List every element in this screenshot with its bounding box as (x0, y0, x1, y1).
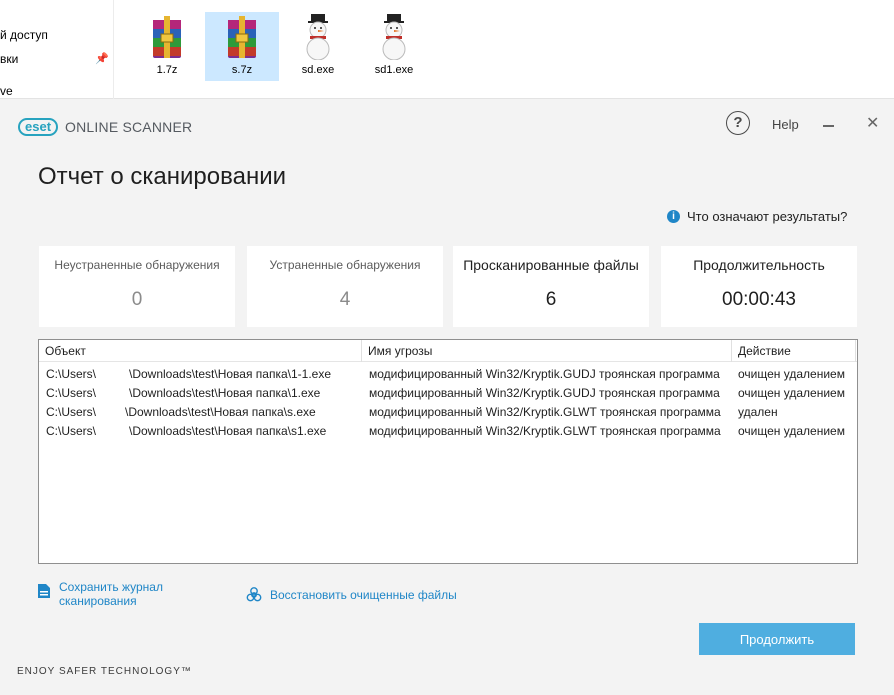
file-name: sd1.exe (374, 64, 414, 76)
object-cell-start: C:\Users\ (46, 405, 97, 419)
object-cell-start: C:\Users\ (46, 386, 97, 400)
column-header-threat[interactable]: Имя угрозы (362, 340, 732, 362)
object-cell-start: C:\Users\ (46, 424, 97, 438)
nav-item-quick-access[interactable]: й доступ (0, 28, 48, 42)
object-cell-path: \Downloads\test\Новая папка\1.exe (129, 386, 321, 400)
card-label: Неустраненные обнаружения (54, 258, 220, 272)
file-name: sd.exe (301, 64, 335, 76)
summary-card-duration: Продолжительность 00:00:43 (661, 246, 857, 327)
card-value: 6 (545, 289, 557, 310)
threat-cell: модифицированный Win32/Kryptik.GLWT троя… (369, 405, 721, 419)
results-info-link[interactable]: i Что означают результаты? (667, 209, 847, 224)
file-item-selected[interactable]: s.7z (205, 12, 279, 81)
card-label: Просканированные файлы (463, 257, 639, 273)
minimize-icon[interactable] (823, 125, 834, 127)
save-log-line2: сканирования (59, 594, 137, 608)
save-log-icon (38, 584, 50, 598)
file-name: s.7z (231, 64, 253, 76)
explorer-strip: й доступ вки 📌 ve 1.7z s.7z sd.exe sd1.e… (0, 0, 894, 99)
biohazard-icon (246, 587, 262, 602)
nav-item-downloads[interactable]: вки (0, 52, 18, 66)
action-cell: удален (738, 405, 778, 419)
results-info-label: Что означают результаты? (687, 209, 848, 224)
action-cell: очищен удалением (738, 386, 845, 400)
save-log-label: Сохранить журнал сканирования (59, 580, 163, 608)
card-value: 0 (131, 289, 143, 310)
object-cell-path: \Downloads\test\Новая папка\s.exe (125, 405, 316, 419)
summary-card-unresolved: Неустраненные обнаружения 0 (39, 246, 235, 327)
help-icon[interactable]: ? (726, 111, 750, 135)
object-cell-path: \Downloads\test\Новая папка\s1.exe (129, 424, 327, 438)
eset-window: eset ONLINE SCANNER ? Help ✕ Отчет о ска… (0, 99, 894, 695)
card-value: 00:00:43 (722, 289, 796, 310)
action-cell: очищен удалением (738, 367, 845, 381)
column-header-action[interactable]: Действие (732, 340, 856, 362)
page-title: Отчет о сканировании (38, 163, 287, 190)
continue-button[interactable]: Продолжить (699, 623, 855, 655)
file-item[interactable]: sd.exe (281, 12, 355, 81)
card-label: Устраненные обнаружения (269, 258, 421, 272)
file-item[interactable]: sd1.exe (357, 12, 431, 81)
threat-cell: модифицированный Win32/Kryptik.GUDJ троя… (369, 386, 720, 400)
card-value: 4 (339, 289, 351, 310)
file-item[interactable]: 1.7z (130, 12, 204, 81)
help-link[interactable]: Help (772, 117, 799, 132)
card-label: Продолжительность (693, 257, 825, 273)
summary-card-resolved: Устраненные обнаружения 4 (247, 246, 443, 327)
close-icon[interactable]: ✕ (866, 113, 879, 133)
eset-logo-badge: eset (18, 118, 59, 136)
threat-cell: модифицированный Win32/Kryptik.GUDJ троя… (369, 367, 720, 381)
info-icon: i (667, 210, 680, 223)
explorer-nav-pane: й доступ вки 📌 ve (0, 0, 114, 99)
winrar-archive-icon (228, 16, 256, 58)
table-row[interactable]: C:\Users\ \Downloads\test\Новая папка\s1… (39, 422, 857, 441)
table-header: Объект Имя угрозы Действие (39, 340, 857, 362)
file-name: 1.7z (156, 64, 178, 76)
snowman-icon (306, 14, 330, 60)
table-row[interactable]: C:\Users\ \Downloads\test\Новая папка\1-… (39, 365, 857, 384)
action-cell: очищен удалением (738, 424, 845, 438)
object-cell-path: \Downloads\test\Новая папка\1-1.exe (129, 367, 332, 381)
table-row[interactable]: C:\Users\ \Downloads\test\Новая папка\s.… (39, 403, 857, 422)
save-log-link[interactable]: Сохранить журнал сканирования (38, 580, 163, 608)
save-log-line1: Сохранить журнал (59, 580, 163, 594)
pin-icon: 📌 (95, 53, 109, 65)
winrar-archive-icon (153, 16, 181, 58)
threat-cell: модифицированный Win32/Kryptik.GLWT троя… (369, 424, 721, 438)
column-header-object[interactable]: Объект (39, 340, 362, 362)
footer-slogan: ENJOY SAFER TECHNOLOGY™ (17, 666, 192, 677)
eset-logo: eset ONLINE SCANNER (18, 117, 192, 137)
snowman-icon (382, 14, 406, 60)
table-row[interactable]: C:\Users\ \Downloads\test\Новая папка\1.… (39, 384, 857, 403)
eset-brand: eset (25, 119, 52, 134)
detections-table[interactable]: Объект Имя угрозы Действие C:\Users\ \Do… (38, 339, 858, 564)
object-cell-start: C:\Users\ (46, 367, 97, 381)
restore-files-label: Восстановить очищенные файлы (270, 588, 457, 602)
restore-files-link[interactable]: Восстановить очищенные файлы (246, 587, 457, 603)
product-name: ONLINE SCANNER (65, 119, 193, 135)
nav-item-third[interactable]: ve (0, 84, 13, 98)
summary-card-scanned: Просканированные файлы 6 (453, 246, 649, 327)
